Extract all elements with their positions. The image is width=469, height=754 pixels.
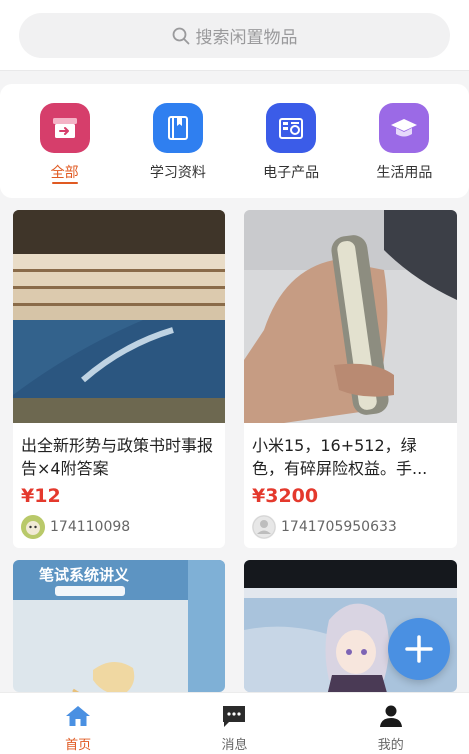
plus-icon bbox=[405, 635, 433, 663]
category-label: 学习资料 bbox=[149, 165, 206, 181]
product-card[interactable]: 出全新形势与政策书时事报告×4附答案 ¥12 174110098 bbox=[13, 210, 225, 548]
category-study[interactable]: 学习资料 bbox=[128, 84, 228, 198]
seller-avatar bbox=[21, 515, 45, 539]
all-category-icon bbox=[39, 103, 90, 153]
electronics-icon bbox=[266, 103, 317, 153]
product-title: 小米15，16+512，绿色，有碎屏险权益。手... bbox=[252, 436, 428, 478]
product-image bbox=[13, 210, 225, 423]
category-electronics[interactable]: 电子产品 bbox=[241, 84, 341, 198]
category-daily[interactable]: 生活用品 bbox=[354, 84, 454, 198]
default-avatar-icon bbox=[252, 515, 276, 539]
graduation-cap-icon bbox=[379, 103, 430, 153]
seller-name: 174110098 bbox=[50, 519, 131, 535]
category-label: 生活用品 bbox=[376, 165, 433, 181]
category-label: 全部 bbox=[50, 165, 79, 181]
product-title: 出全新形势与政策书时事报告×4附答案 bbox=[21, 436, 214, 478]
seller-name: 1741705950633 bbox=[281, 519, 397, 535]
search-input[interactable]: 搜索闲置物品 bbox=[19, 13, 450, 58]
cover-text: 笔试系统讲义 bbox=[39, 566, 130, 584]
category-label: 电子产品 bbox=[263, 165, 320, 181]
book-icon bbox=[152, 103, 203, 153]
user-icon bbox=[379, 705, 402, 727]
message-icon bbox=[223, 706, 246, 727]
search-placeholder: 搜索闲置物品 bbox=[195, 28, 298, 48]
home-icon bbox=[66, 706, 91, 726]
product-card[interactable]: 笔试系统讲义 bbox=[13, 560, 225, 692]
tab-label: 我的 bbox=[377, 738, 404, 753]
tab-messages[interactable]: 消息 bbox=[184, 693, 284, 754]
publish-button[interactable] bbox=[388, 618, 450, 680]
category-all[interactable]: 全部 bbox=[15, 84, 115, 198]
product-image bbox=[244, 210, 457, 423]
header: 搜索闲置物品 bbox=[0, 0, 469, 71]
tab-home[interactable]: 首页 bbox=[28, 693, 128, 754]
tab-label: 首页 bbox=[65, 738, 92, 753]
search-icon bbox=[172, 27, 189, 44]
seller-info: 1741705950633 bbox=[252, 515, 397, 539]
tab-profile[interactable]: 我的 bbox=[341, 693, 441, 754]
product-price: ¥12 bbox=[21, 485, 61, 507]
seller-info: 174110098 bbox=[21, 515, 130, 539]
product-image: 笔试系统讲义 bbox=[13, 560, 225, 692]
tab-label: 消息 bbox=[221, 738, 248, 753]
bottom-nav: 首页 消息 我的 bbox=[0, 692, 469, 754]
active-underline bbox=[51, 182, 78, 184]
category-bar: 全部 学习资料 电子产品 生活用品 bbox=[0, 84, 469, 198]
product-price: ¥3200 bbox=[252, 485, 319, 507]
product-card[interactable]: 小米15，16+512，绿色，有碎屏险权益。手... ¥3200 1741705… bbox=[244, 210, 457, 548]
